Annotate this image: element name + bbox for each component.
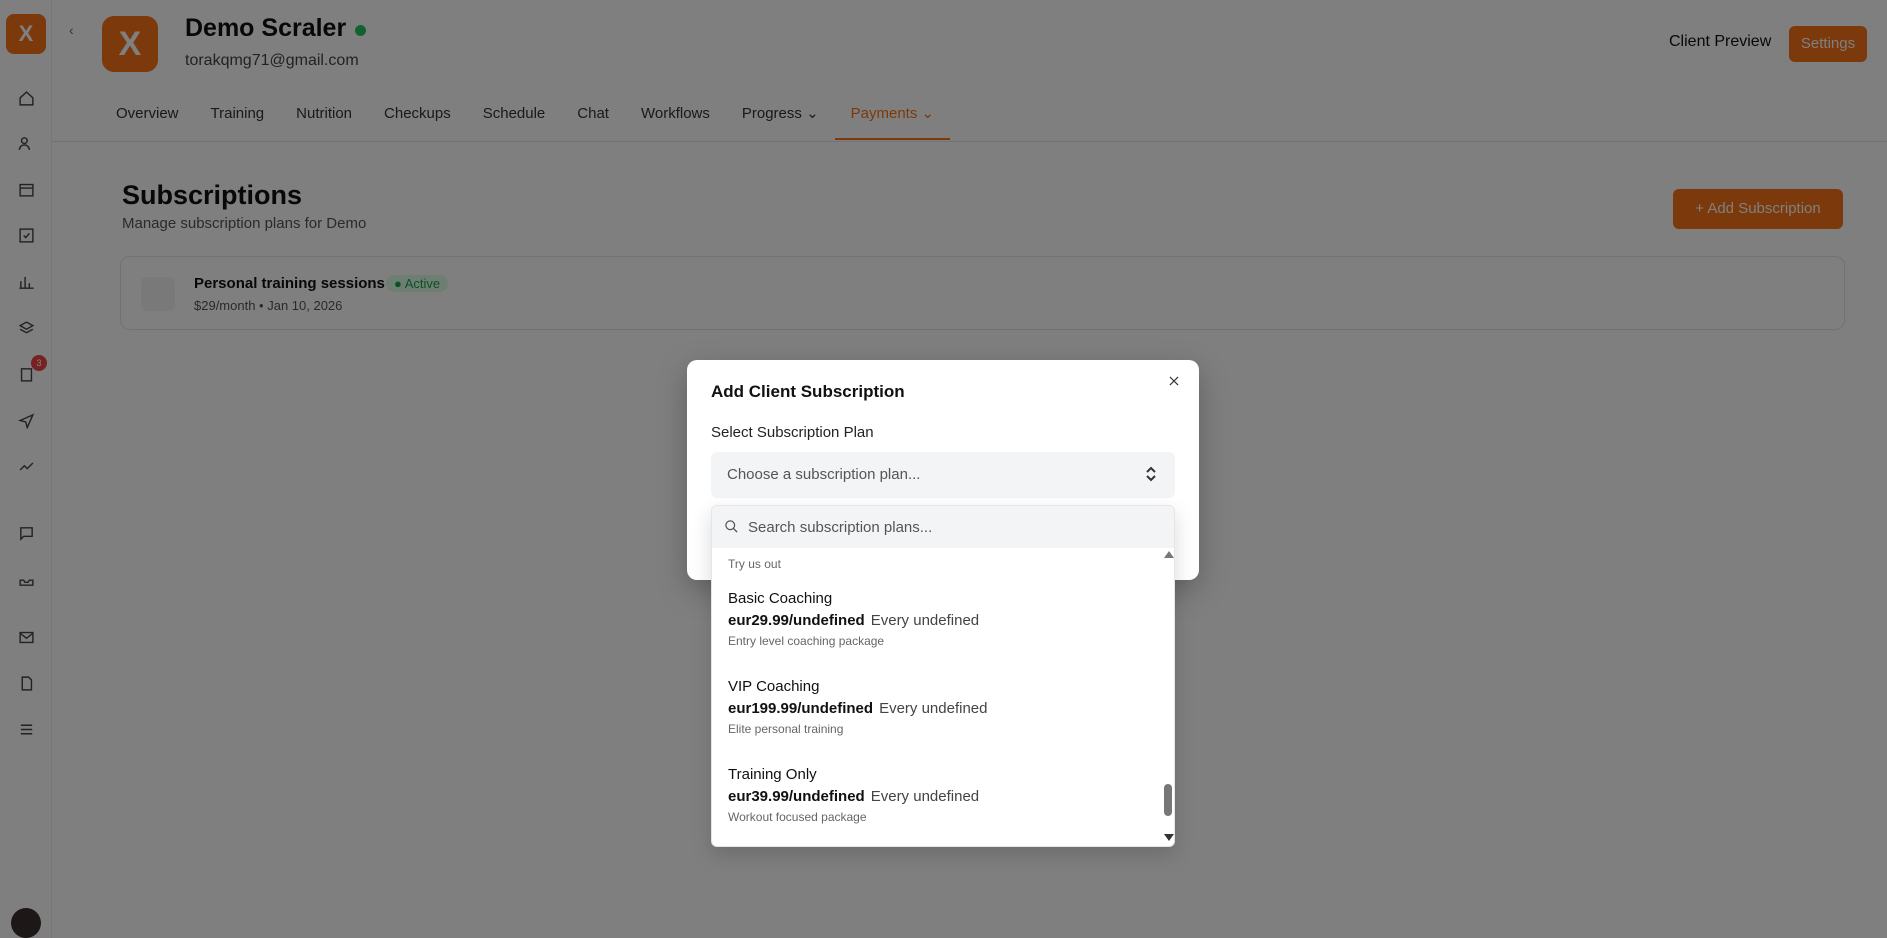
plan-select-placeholder: Choose a subscription plan...	[727, 466, 921, 483]
plan-list: Try us out Basic Coaching eur29.99/undef…	[712, 548, 1174, 846]
search-icon	[724, 519, 740, 535]
plan-option-training-only[interactable]: Training Only eur39.99/undefined Every un…	[712, 756, 1162, 842]
plan-name: Training Only	[728, 766, 817, 783]
plan-option-vip-coaching[interactable]: VIP Coaching eur199.99/undefined Every un…	[712, 668, 1162, 754]
plan-description: Entry level coaching package	[728, 634, 885, 648]
plan-select[interactable]: Choose a subscription plan...	[711, 452, 1175, 498]
plan-interval: Every undefined	[870, 612, 980, 629]
plan-interval: Every undefined	[870, 788, 980, 805]
dropdown-scrollbar[interactable]	[1162, 548, 1174, 846]
plan-name: VIP Coaching	[728, 678, 820, 695]
plan-search-input[interactable]	[748, 515, 1148, 539]
plan-field-label: Select Subscription Plan	[711, 424, 874, 441]
chevron-up-down-icon	[1145, 466, 1159, 484]
dialog-title: Add Client Subscription	[711, 382, 905, 401]
plan-price: eur29.99/undefined	[728, 612, 865, 629]
partial-plan-description: Try us out	[728, 557, 781, 571]
plan-description: Workout focused package	[728, 810, 867, 824]
plan-price: eur199.99/undefined	[728, 700, 874, 717]
plan-search	[712, 506, 1174, 548]
scroll-down-arrow-icon[interactable]	[1164, 834, 1174, 841]
scroll-up-arrow-icon[interactable]	[1164, 551, 1174, 558]
plan-interval: Every undefined	[879, 700, 988, 717]
plan-description: Elite personal training	[728, 722, 844, 736]
plan-dropdown: Try us out Basic Coaching eur29.99/undef…	[711, 505, 1175, 847]
plan-name: Basic Coaching	[728, 590, 833, 607]
plan-price: eur39.99/undefined	[728, 788, 865, 805]
scrollbar-thumb[interactable]	[1164, 784, 1172, 816]
close-icon[interactable]	[1167, 374, 1185, 392]
plan-option-basic-coaching[interactable]: Basic Coaching eur29.99/undefined Every u…	[712, 580, 1162, 666]
